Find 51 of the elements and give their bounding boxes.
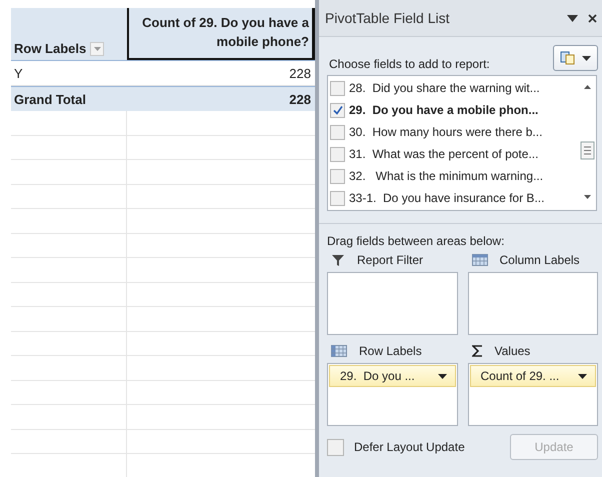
field-label: 30. How many hours were there b... — [349, 125, 542, 139]
checkbox[interactable] — [330, 146, 345, 162]
field-label: 31. What was the percent of pote... — [349, 147, 538, 161]
table-cell-text: 228 — [288, 90, 312, 108]
field-item[interactable]: 29. Do you have a mobile phon... — [328, 99, 579, 121]
area-label: Values — [494, 344, 530, 358]
checkbox[interactable] — [330, 190, 345, 206]
drop-area[interactable]: Count of 29. ... — [468, 363, 598, 426]
layout-icon — [560, 51, 576, 65]
section-label: Drag fields between areas below: — [327, 234, 506, 248]
caret-icon — [582, 56, 591, 60]
field-label: 33-1. Do you have insurance for B... — [349, 191, 544, 205]
filter-icon — [331, 254, 345, 266]
field-item[interactable]: 32. What is the minimum warning... — [328, 165, 579, 187]
checkbox[interactable] — [327, 438, 344, 456]
caret-icon — [94, 47, 101, 51]
area-label: Report Filter — [357, 253, 424, 267]
caret-icon — [438, 374, 446, 378]
field-chip[interactable]: 29. Do you ... — [329, 365, 456, 387]
area-label: Column Labels — [500, 253, 580, 267]
field-item[interactable]: 28. Did you share the warning wit... — [328, 77, 579, 99]
checkbox[interactable] — [330, 168, 345, 184]
table-cell-text: Grand Total — [13, 90, 87, 108]
table-icon — [331, 345, 347, 357]
field-item[interactable]: 30. How many hours were there b... — [328, 121, 579, 143]
checkbox-label: Defer Layout Update — [354, 440, 465, 454]
field-item[interactable]: 33-1. Do you have insurance for B... — [328, 187, 579, 209]
drop-area[interactable] — [468, 272, 598, 335]
caret-icon — [578, 374, 587, 378]
sigma-icon — [472, 345, 482, 357]
section-label: Choose fields to add to report: — [329, 57, 490, 71]
area-label: Row Labels — [359, 344, 422, 358]
layout-button[interactable] — [553, 45, 598, 71]
field-label: 32. What is the minimum warning... — [349, 169, 544, 183]
table-cell-text: Y — [13, 64, 24, 82]
column-header: Row Labels — [14, 41, 86, 56]
checkbox[interactable] — [330, 102, 345, 118]
field-item[interactable]: 31. What was the percent of pote... — [328, 143, 579, 165]
table-cell-text: 228 — [288, 64, 312, 82]
dropdown-arrow-icon[interactable] — [567, 14, 578, 22]
field-chip[interactable]: Count of 29. ... — [470, 365, 596, 387]
field-label: 28. Did you share the warning wit... — [349, 81, 540, 95]
table-icon — [472, 254, 488, 266]
drop-area[interactable] — [327, 272, 458, 335]
filter-dropdown-button[interactable] — [90, 42, 104, 56]
checkbox[interactable] — [330, 124, 345, 140]
field-label: 29. Do you have a mobile phon... — [349, 103, 538, 117]
checkbox[interactable] — [330, 80, 345, 96]
drop-area[interactable]: 29. Do you ... — [327, 363, 458, 426]
panel-title: PivotTable Field List — [325, 10, 451, 26]
close-icon[interactable] — [588, 14, 597, 22]
